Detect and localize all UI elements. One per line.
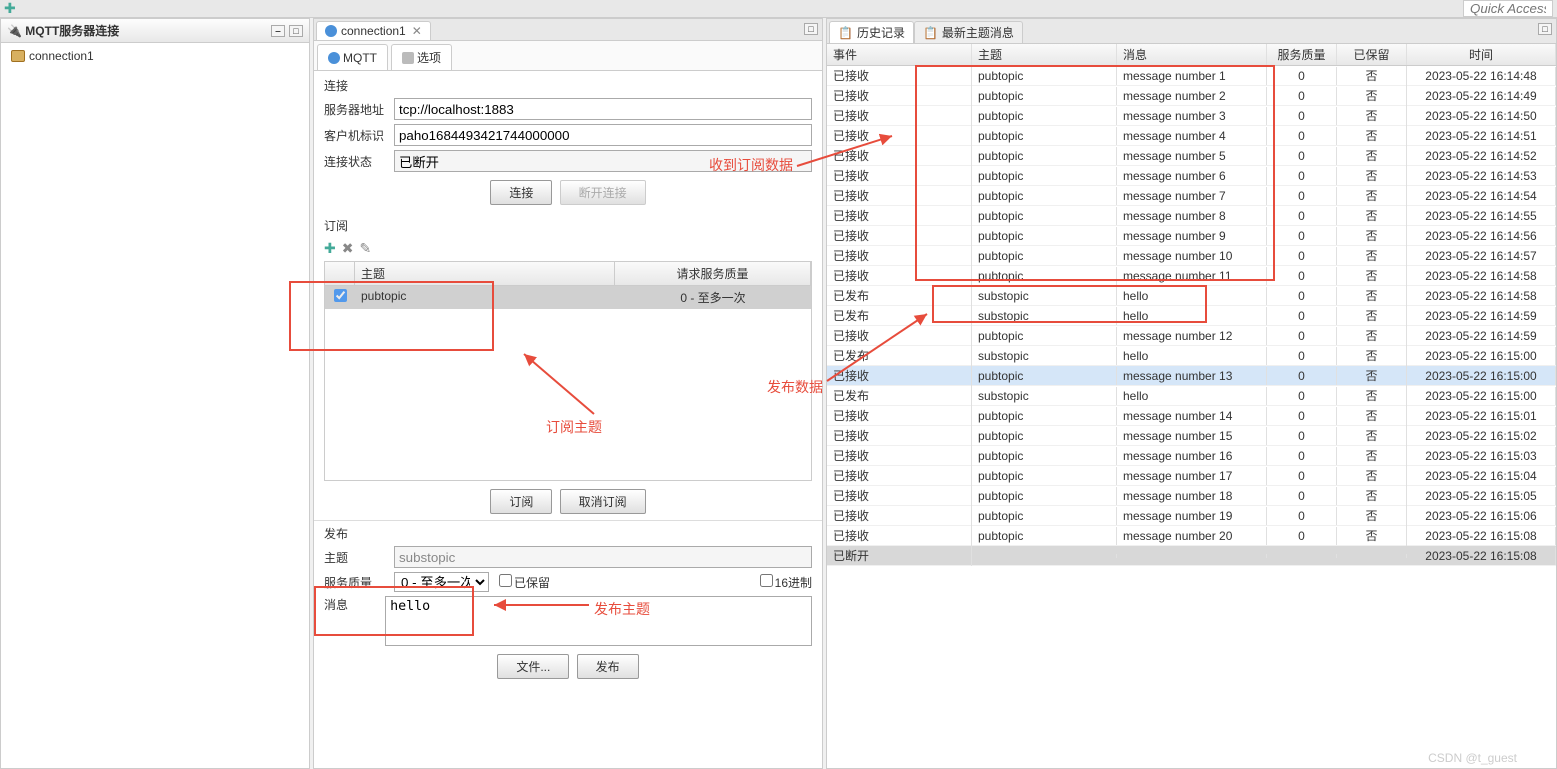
disconnect-button[interactable]: 断开连接: [560, 180, 646, 205]
sub-checkbox[interactable]: [334, 289, 347, 302]
status-label: 连接状态: [324, 153, 394, 170]
tree-item-connection[interactable]: connection1: [5, 47, 305, 65]
server-input[interactable]: [394, 98, 812, 120]
history-row[interactable]: 已接收pubtopicmessage number 50否2023-05-22 …: [827, 146, 1556, 166]
server-label: 服务器地址: [324, 101, 394, 118]
file-button[interactable]: 文件...: [497, 654, 569, 679]
section-title: 发布: [324, 525, 812, 542]
history-row[interactable]: 已发布substopichello0否2023-05-22 16:14:59: [827, 306, 1556, 326]
col-time[interactable]: 时间: [1407, 44, 1556, 65]
history-row[interactable]: 已断开2023-05-22 16:15:08: [827, 546, 1556, 566]
history-row[interactable]: 已接收pubtopicmessage number 10否2023-05-22 …: [827, 66, 1556, 86]
history-row[interactable]: 已接收pubtopicmessage number 70否2023-05-22 …: [827, 186, 1556, 206]
tab-label: connection1: [341, 24, 406, 38]
history-row[interactable]: 已接收pubtopicmessage number 60否2023-05-22 …: [827, 166, 1556, 186]
connections-panel: 🔌 MQTT服务器连接 ‒ □ connection1: [0, 18, 310, 769]
history-row[interactable]: 已接收pubtopicmessage number 90否2023-05-22 …: [827, 226, 1556, 246]
col-qos: 请求服务质量: [615, 262, 811, 285]
add-icon[interactable]: ✚: [4, 0, 16, 17]
maximize-icon[interactable]: □: [804, 23, 818, 35]
section-title: 连接: [324, 77, 812, 94]
tab-history[interactable]: 📋 历史记录: [829, 21, 914, 43]
remove-sub-icon[interactable]: ✖: [342, 240, 354, 257]
connect-button[interactable]: 连接: [490, 180, 552, 205]
history-row[interactable]: 已接收pubtopicmessage number 110否2023-05-22…: [827, 266, 1556, 286]
client-label: 客户机标识: [324, 127, 394, 144]
pub-msg-label: 消息: [324, 596, 385, 613]
col-topic[interactable]: 主题: [972, 44, 1117, 65]
editor-panel: connection1 ✕ □ MQTT 选项 连接 服务器地址 客户机标识 连…: [313, 18, 823, 769]
publish-section: 发布 主题 服务质量 0 - 至多一次 已保留 16进制 消息hello 文件.…: [314, 520, 822, 685]
panel-title: MQTT服务器连接: [25, 24, 119, 38]
editor-tab[interactable]: connection1 ✕: [316, 21, 431, 40]
connection-tab-icon: [325, 25, 337, 37]
history-row[interactable]: 已接收pubtopicmessage number 130否2023-05-22…: [827, 366, 1556, 386]
col-retain[interactable]: 已保留: [1337, 44, 1407, 65]
pub-qos-label: 服务质量: [324, 574, 394, 591]
pub-qos-select[interactable]: 0 - 至多一次: [394, 572, 489, 592]
col-qos[interactable]: 服务质量: [1267, 44, 1337, 65]
subscribe-table: 主题 请求服务质量 pubtopic 0 - 至多一次: [324, 261, 812, 481]
pub-msg-input[interactable]: hello: [385, 596, 812, 646]
history-row[interactable]: 已接收pubtopicmessage number 160否2023-05-22…: [827, 446, 1556, 466]
unsubscribe-button[interactable]: 取消订阅: [560, 489, 646, 514]
maximize-icon[interactable]: □: [289, 25, 303, 37]
close-icon[interactable]: ✕: [412, 24, 422, 38]
history-row[interactable]: 已接收pubtopicmessage number 30否2023-05-22 …: [827, 106, 1556, 126]
subscribe-button[interactable]: 订阅: [490, 489, 552, 514]
sub-topic: pubtopic: [355, 286, 615, 309]
history-row[interactable]: 已接收pubtopicmessage number 170否2023-05-22…: [827, 466, 1556, 486]
section-title: 订阅: [324, 217, 812, 234]
hex-checkbox[interactable]: [760, 574, 773, 587]
col-event[interactable]: 事件: [827, 44, 972, 65]
history-row[interactable]: 已接收pubtopicmessage number 200否2023-05-22…: [827, 526, 1556, 546]
sub-qos: 0 - 至多一次: [615, 286, 811, 309]
subtab-options[interactable]: 选项: [391, 44, 452, 70]
history-row[interactable]: 已接收pubtopicmessage number 180否2023-05-22…: [827, 486, 1556, 506]
add-sub-icon[interactable]: ✚: [324, 240, 336, 257]
subscribe-section: 订阅 ✚ ✖ ✎ 主题 请求服务质量 pubtopic 0 - 至多一次: [314, 211, 822, 520]
history-row[interactable]: 已接收pubtopicmessage number 140否2023-05-22…: [827, 406, 1556, 426]
tab-latest[interactable]: 📋 最新主题消息: [914, 21, 1023, 43]
edit-sub-icon[interactable]: ✎: [359, 240, 371, 257]
pub-topic-input[interactable]: [394, 546, 812, 568]
minimize-icon[interactable]: ‒: [271, 25, 285, 37]
client-input[interactable]: [394, 124, 812, 146]
pub-topic-label: 主题: [324, 549, 394, 566]
history-row[interactable]: 已发布substopichello0否2023-05-22 16:14:58: [827, 286, 1556, 306]
history-row[interactable]: 已接收pubtopicmessage number 190否2023-05-22…: [827, 506, 1556, 526]
connection-section: 连接 服务器地址 客户机标识 连接状态 连接 断开连接: [314, 71, 822, 211]
history-header: 事件 主题 消息 服务质量 已保留 时间: [827, 44, 1556, 66]
history-table: 事件 主题 消息 服务质量 已保留 时间 已接收pubtopicmessage …: [827, 44, 1556, 768]
maximize-icon[interactable]: □: [1538, 23, 1552, 35]
history-panel: 📋 历史记录 📋 最新主题消息 □ 事件 主题 消息 服务质量 已保留 时间 已…: [826, 18, 1557, 769]
history-row[interactable]: 已接收pubtopicmessage number 150否2023-05-22…: [827, 426, 1556, 446]
top-toolbar: ✚: [0, 0, 1557, 18]
history-row[interactable]: 已接收pubtopicmessage number 120否2023-05-22…: [827, 326, 1556, 346]
retain-checkbox[interactable]: [499, 574, 512, 587]
subtab-mqtt[interactable]: MQTT: [317, 44, 388, 70]
quick-access-input[interactable]: [1463, 0, 1553, 17]
gear-icon: [402, 52, 414, 64]
history-row[interactable]: 已接收pubtopicmessage number 100否2023-05-22…: [827, 246, 1556, 266]
history-row[interactable]: 已接收pubtopicmessage number 80否2023-05-22 …: [827, 206, 1556, 226]
connection-icon: [11, 50, 25, 62]
history-row[interactable]: 已接收pubtopicmessage number 20否2023-05-22 …: [827, 86, 1556, 106]
history-row[interactable]: 已接收pubtopicmessage number 40否2023-05-22 …: [827, 126, 1556, 146]
history-row[interactable]: 已发布substopichello0否2023-05-22 16:15:00: [827, 346, 1556, 366]
tree-label: connection1: [29, 49, 94, 63]
status-value: [394, 150, 812, 172]
subscribe-row[interactable]: pubtopic 0 - 至多一次: [325, 286, 811, 309]
history-row[interactable]: 已发布substopichello0否2023-05-22 16:15:00: [827, 386, 1556, 406]
col-msg[interactable]: 消息: [1117, 44, 1267, 65]
mqtt-icon: [328, 52, 340, 64]
watermark: CSDN @t_guest: [1428, 751, 1517, 765]
publish-button[interactable]: 发布: [577, 654, 639, 679]
col-topic: 主题: [355, 262, 615, 285]
